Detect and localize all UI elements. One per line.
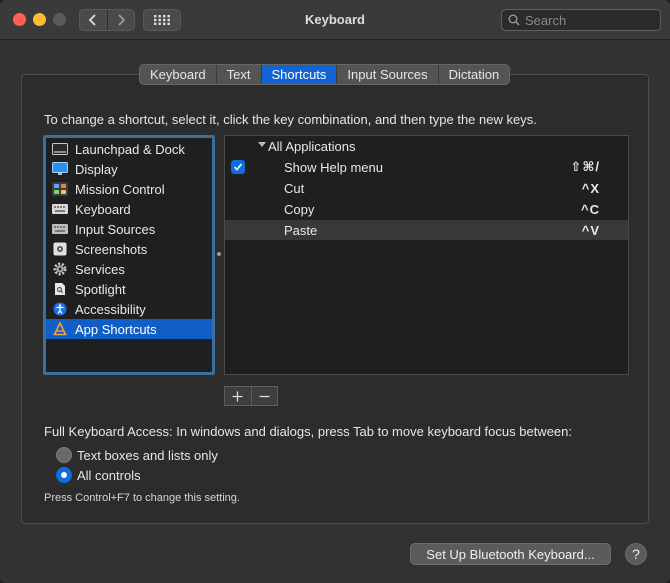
category-item-app-shortcuts[interactable]: App Shortcuts (46, 319, 212, 339)
help-button[interactable]: ? (625, 543, 647, 565)
tab-bar: Keyboard Text Shortcuts Input Sources Di… (139, 64, 511, 85)
show-help-menu-checkbox[interactable] (231, 160, 245, 174)
radio-label: Text boxes and lists only (77, 447, 218, 463)
minus-icon (259, 395, 270, 397)
shortcut-row[interactable]: Show Help menu ⇧⌘/ (225, 157, 628, 177)
shortcut-label: Copy (284, 201, 315, 217)
category-item-input-sources[interactable]: Input Sources (46, 219, 212, 239)
search-input[interactable] (525, 12, 655, 28)
shortcut-group-row[interactable]: All Applications (225, 136, 628, 156)
tab-text[interactable]: Text (215, 65, 261, 84)
disclosure-triangle-icon[interactable] (257, 139, 267, 149)
tab-shortcuts[interactable]: Shortcuts (260, 65, 337, 84)
shortcut-row[interactable]: Paste ^V (225, 220, 628, 240)
shortcut-keys[interactable]: ⇧⌘/ (570, 159, 600, 175)
search-field[interactable] (501, 9, 661, 31)
plus-icon (232, 391, 243, 401)
category-label: Accessibility (75, 301, 146, 317)
category-item-services[interactable]: Services (46, 259, 212, 279)
add-shortcut-button[interactable] (225, 387, 251, 405)
category-label: Mission Control (75, 181, 165, 197)
shortcut-label: Paste (284, 222, 318, 238)
app-shortcuts-icon (52, 322, 68, 336)
shortcut-keys[interactable]: ^C (581, 202, 600, 217)
instructions-text: To change a shortcut, select it, click t… (44, 112, 537, 127)
shortcut-row[interactable]: Copy ^C (225, 199, 628, 219)
radio-label: All controls (77, 467, 141, 483)
category-label: Services (75, 261, 125, 277)
shortcut-label: Cut (284, 180, 305, 196)
launchpad-icon (52, 142, 68, 156)
keyboard-access-hint: Press Control+F7 to change this setting. (44, 492, 240, 504)
category-label: Screenshots (75, 241, 148, 257)
mission-control-icon (52, 182, 68, 196)
gear-icon (52, 262, 68, 276)
radio-button-on[interactable] (56, 467, 72, 483)
remove-shortcut-button[interactable] (250, 387, 278, 405)
category-item-launchpad-dock[interactable]: Launchpad & Dock (46, 139, 212, 159)
checkmark-icon (233, 163, 243, 171)
category-label: Keyboard (75, 201, 131, 217)
category-label: Display (75, 161, 118, 177)
category-item-accessibility[interactable]: Accessibility (46, 299, 212, 319)
add-remove-group (224, 386, 278, 406)
keyboard-icon (52, 202, 68, 216)
category-label: App Shortcuts (75, 321, 157, 337)
shortcut-label: Show Help menu (284, 159, 383, 175)
screenshots-icon (52, 242, 68, 256)
category-item-spotlight[interactable]: Spotlight (46, 279, 212, 299)
category-label: Launchpad & Dock (75, 141, 185, 157)
tab-input-sources[interactable]: Input Sources (336, 65, 437, 84)
shortcut-keys[interactable]: ^V (582, 223, 600, 238)
set-up-bluetooth-keyboard-button[interactable]: Set Up Bluetooth Keyboard... (410, 543, 611, 565)
full-keyboard-access-label: Full Keyboard Access: In windows and dia… (44, 424, 572, 439)
search-icon (508, 14, 520, 26)
display-icon (52, 162, 68, 176)
input-sources-icon (52, 222, 68, 236)
radio-all-controls[interactable]: All controls (56, 467, 141, 483)
radio-text-boxes-and-lists[interactable]: Text boxes and lists only (56, 447, 218, 463)
category-item-screenshots[interactable]: Screenshots (46, 239, 212, 259)
tab-dictation[interactable]: Dictation (437, 65, 510, 84)
tab-keyboard[interactable]: Keyboard (140, 65, 216, 84)
shortcut-row[interactable]: Cut ^X (225, 178, 628, 198)
spotlight-icon (52, 282, 68, 296)
shortcut-category-list: Launchpad & Dock Display Mission Control… (43, 135, 215, 375)
category-item-mission-control[interactable]: Mission Control (46, 179, 212, 199)
category-label: Spotlight (75, 281, 126, 297)
shortcut-keys[interactable]: ^X (582, 181, 600, 196)
title-bar: Keyboard (0, 0, 670, 40)
category-item-keyboard[interactable]: Keyboard (46, 199, 212, 219)
accessibility-icon (52, 302, 68, 316)
category-item-display[interactable]: Display (46, 159, 212, 179)
radio-button-off[interactable] (56, 447, 72, 463)
group-label: All Applications (268, 138, 356, 154)
keyboard-preferences-window: Keyboard Keyboard Text Shortcuts Input S… (0, 0, 670, 583)
shortcut-list: All Applications Show Help menu ⇧⌘/ Cut … (224, 135, 629, 375)
split-view-divider[interactable] (217, 252, 221, 256)
category-label: Input Sources (75, 221, 156, 237)
